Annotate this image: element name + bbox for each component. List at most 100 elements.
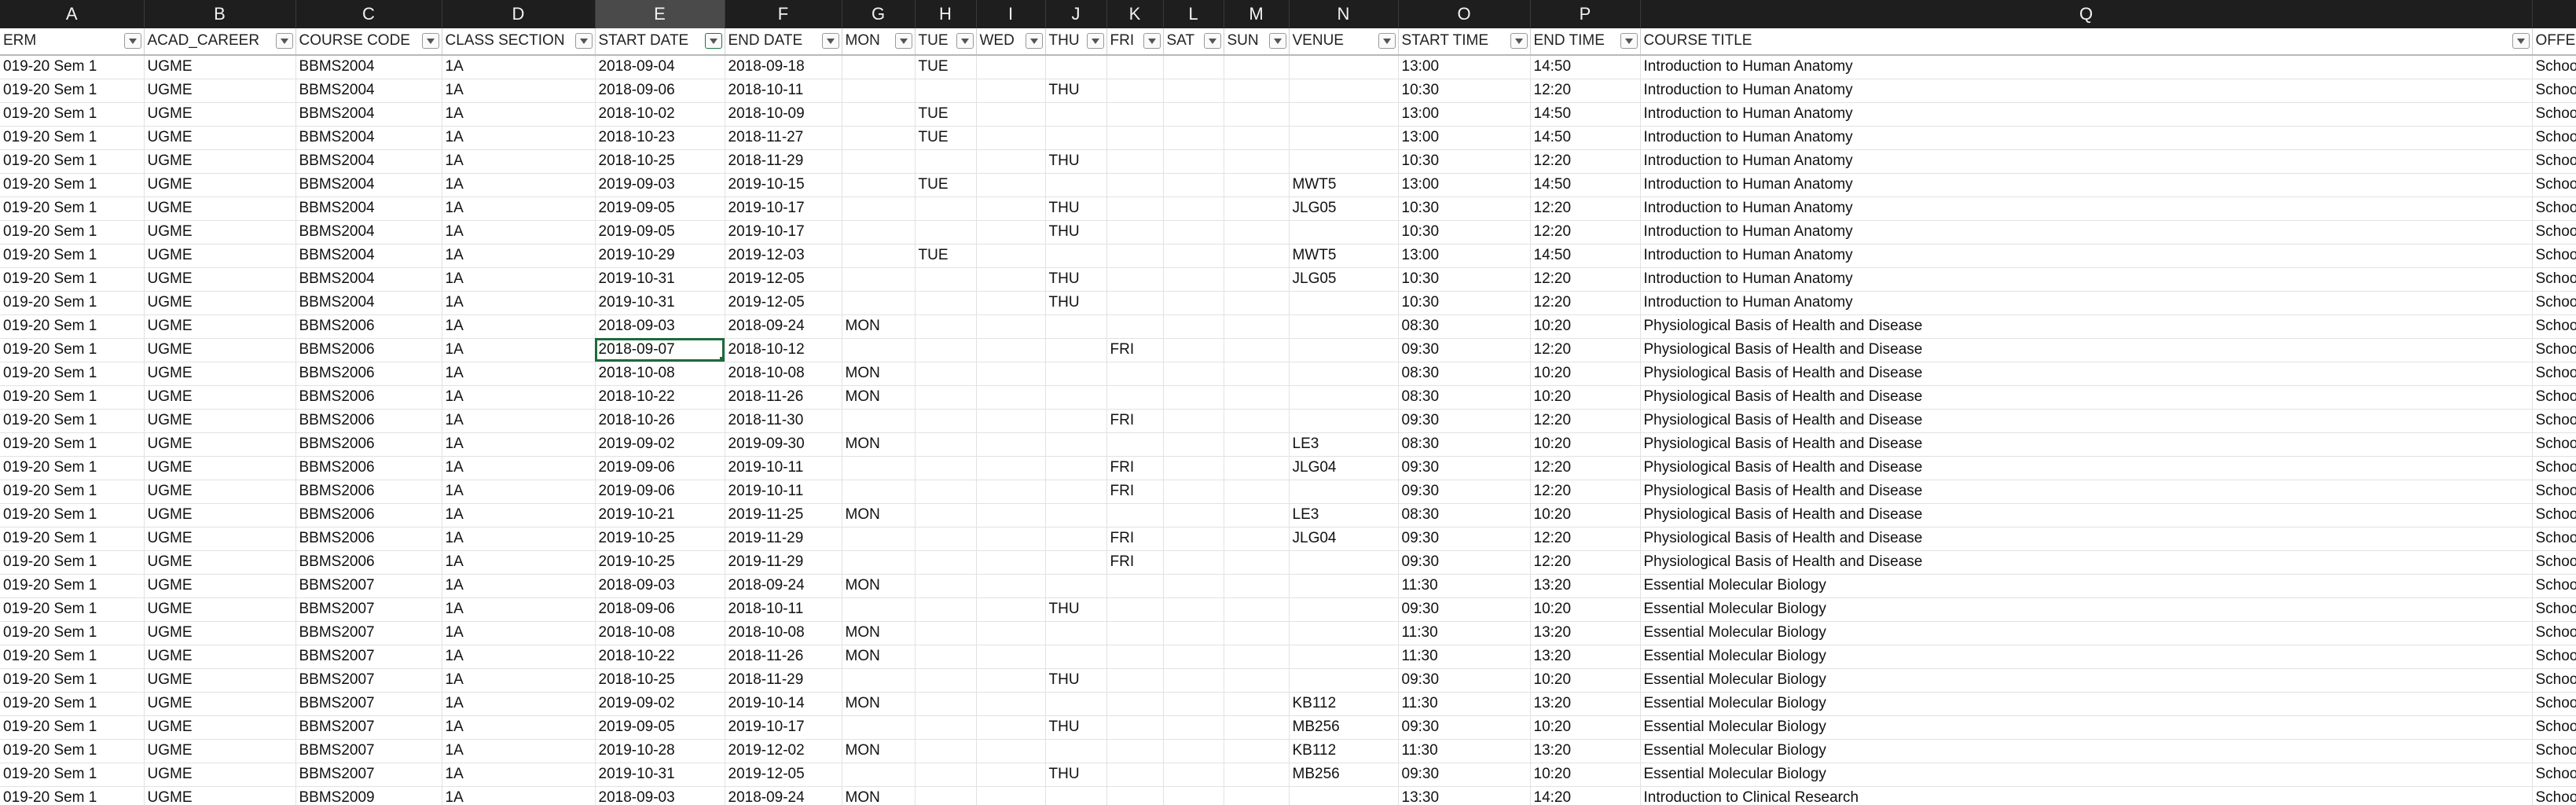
table-cell[interactable]: BBMS2007 [295,692,442,716]
table-cell[interactable] [1163,385,1224,410]
table-cell[interactable] [1163,739,1224,763]
table-cell[interactable]: 13:00 [1398,244,1531,268]
table-cell[interactable] [915,550,977,575]
table-cell[interactable]: UGME [144,338,296,362]
table-cell[interactable]: 2018-10-08 [725,621,842,645]
table-cell[interactable] [1224,668,1290,693]
table-cell[interactable]: Physiological Basis of Health and Diseas… [1640,432,2533,457]
table-cell[interactable] [1224,338,1290,362]
header-cell[interactable]: THU [1045,28,1107,56]
table-cell[interactable]: FRI [1106,456,1164,480]
table-cell[interactable] [1163,79,1224,103]
header-cell[interactable]: MON [842,28,916,56]
table-cell[interactable]: 019-20 Sem 1 [0,692,145,716]
table-cell[interactable]: 2019-09-03 [595,173,725,197]
table-cell[interactable]: 2018-09-06 [595,79,725,103]
table-cell[interactable] [915,527,977,551]
table-cell[interactable]: MON [842,621,916,645]
table-cell[interactable] [842,291,916,315]
table-cell[interactable]: 10:20 [1530,715,1641,740]
table-cell[interactable]: 2018-11-29 [725,149,842,174]
table-cell[interactable] [1163,220,1224,244]
table-cell[interactable]: 019-20 Sem 1 [0,197,145,221]
table-cell[interactable]: UGME [144,763,296,787]
table-cell[interactable]: JLG04 [1289,456,1399,480]
table-cell[interactable] [1163,621,1224,645]
table-cell[interactable]: 10:30 [1398,220,1531,244]
table-cell[interactable] [1224,314,1290,339]
table-cell[interactable]: Schoo [2532,55,2576,79]
column-letter-E[interactable]: E [595,0,725,28]
table-cell[interactable]: Physiological Basis of Health and Diseas… [1640,409,2533,433]
table-cell[interactable] [1163,314,1224,339]
table-cell[interactable] [915,267,977,292]
header-cell[interactable]: FRI [1106,28,1164,56]
table-cell[interactable]: THU [1045,291,1107,315]
table-cell[interactable]: MWT5 [1289,244,1399,268]
table-cell[interactable] [915,645,977,669]
table-cell[interactable]: 2019-10-17 [725,197,842,221]
table-cell[interactable]: 1A [442,550,596,575]
table-cell[interactable]: 019-20 Sem 1 [0,102,145,127]
table-cell[interactable]: BBMS2007 [295,597,442,622]
table-cell[interactable] [1224,645,1290,669]
table-cell[interactable]: Introduction to Human Anatomy [1640,244,2533,268]
table-cell[interactable] [1106,715,1164,740]
table-cell[interactable]: 2019-09-06 [595,480,725,504]
table-cell[interactable]: Schoo [2532,149,2576,174]
table-cell[interactable]: TUE [915,126,977,150]
table-cell[interactable] [1289,409,1399,433]
table-cell[interactable]: 2019-09-05 [595,197,725,221]
table-cell[interactable]: BBMS2004 [295,126,442,150]
table-cell[interactable] [1289,126,1399,150]
header-cell[interactable]: END TIME [1530,28,1641,56]
table-cell[interactable]: THU [1045,220,1107,244]
table-cell[interactable] [1163,692,1224,716]
table-cell[interactable] [976,149,1046,174]
table-cell[interactable]: Schoo [2532,409,2576,433]
table-cell[interactable] [915,432,977,457]
table-cell[interactable] [1224,291,1290,315]
table-cell[interactable]: THU [1045,597,1107,622]
table-cell[interactable] [842,173,916,197]
table-cell[interactable]: Introduction to Human Anatomy [1640,197,2533,221]
table-cell[interactable]: 09:30 [1398,338,1531,362]
table-cell[interactable]: UGME [144,668,296,693]
table-cell[interactable]: 2018-10-22 [595,385,725,410]
table-cell[interactable]: 08:30 [1398,314,1531,339]
table-cell[interactable] [1163,409,1224,433]
table-cell[interactable] [1289,621,1399,645]
table-cell[interactable]: THU [1045,715,1107,740]
table-cell[interactable]: 019-20 Sem 1 [0,291,145,315]
table-cell[interactable] [842,79,916,103]
table-cell[interactable] [976,362,1046,386]
table-cell[interactable]: 2019-10-17 [725,715,842,740]
table-cell[interactable] [1163,550,1224,575]
table-cell[interactable]: Schoo [2532,102,2576,127]
table-cell[interactable]: BBMS2004 [295,149,442,174]
table-cell[interactable]: 14:50 [1530,173,1641,197]
table-cell[interactable]: 019-20 Sem 1 [0,621,145,645]
table-cell[interactable]: UGME [144,267,296,292]
table-cell[interactable]: 12:20 [1530,291,1641,315]
table-cell[interactable]: 019-20 Sem 1 [0,574,145,598]
table-cell[interactable]: BBMS2004 [295,197,442,221]
table-cell[interactable] [976,197,1046,221]
table-cell[interactable]: 1A [442,503,596,527]
table-cell[interactable]: 2018-10-09 [725,102,842,127]
table-cell[interactable]: JLG05 [1289,267,1399,292]
table-cell[interactable] [1106,763,1164,787]
table-cell[interactable]: 13:00 [1398,126,1531,150]
table-cell[interactable]: 019-20 Sem 1 [0,173,145,197]
table-cell[interactable]: 2018-10-12 [725,338,842,362]
table-cell[interactable]: BBMS2004 [295,291,442,315]
table-cell[interactable]: UGME [144,692,296,716]
table-cell[interactable] [1289,314,1399,339]
table-cell[interactable]: 1A [442,362,596,386]
table-cell[interactable]: 2019-10-21 [595,503,725,527]
table-cell[interactable]: BBMS2009 [295,786,442,805]
table-cell[interactable]: 019-20 Sem 1 [0,763,145,787]
table-cell[interactable]: 019-20 Sem 1 [0,786,145,805]
table-cell[interactable]: Physiological Basis of Health and Diseas… [1640,314,2533,339]
table-cell[interactable]: 1A [442,267,596,292]
